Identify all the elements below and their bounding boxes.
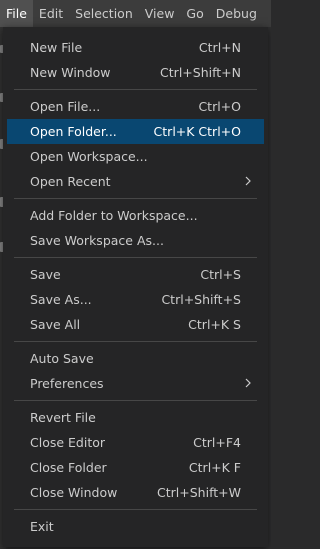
menubar-item-edit[interactable]: Edit (33, 0, 69, 27)
menu-item-label: Save All (30, 317, 81, 332)
menu-separator (14, 341, 257, 342)
menu-item-shortcut: Ctrl+Shift+N (160, 65, 241, 80)
menu-item-label: Close Editor (30, 435, 106, 450)
menu-item-open-file[interactable]: Open File... Ctrl+O (7, 94, 264, 119)
menu-item-exit[interactable]: Exit (7, 514, 264, 539)
menu-item-label: Revert File (30, 410, 96, 425)
menu-separator (14, 400, 257, 401)
menu-item-label: Open File... (30, 99, 101, 114)
menu-item-shortcut: Ctrl+O (198, 99, 241, 114)
menubar-item-view[interactable]: View (139, 0, 181, 27)
menu-item-open-recent[interactable]: Open Recent (7, 169, 264, 194)
menu-item-save-all[interactable]: Save All Ctrl+K S (7, 312, 264, 337)
menu-item-open-workspace[interactable]: Open Workspace... (7, 144, 264, 169)
menu-item-new-window[interactable]: New Window Ctrl+Shift+N (7, 60, 264, 85)
menu-item-close-folder[interactable]: Close Folder Ctrl+K F (7, 455, 264, 480)
menu-item-shortcut: Ctrl+K Ctrl+O (153, 124, 241, 139)
menu-item-save-workspace-as[interactable]: Save Workspace As... (7, 228, 264, 253)
menu-item-label: Open Folder... (30, 124, 117, 139)
menu-item-label: Preferences (30, 376, 104, 391)
menu-item-label: Close Window (30, 485, 118, 500)
menu-item-label: Add Folder to Workspace... (30, 208, 198, 223)
menu-item-shortcut: Ctrl+F4 (193, 435, 241, 450)
menu-item-new-file[interactable]: New File Ctrl+N (7, 35, 264, 60)
menu-item-auto-save[interactable]: Auto Save (7, 346, 264, 371)
menu-item-preferences[interactable]: Preferences (7, 371, 264, 396)
file-menu-dropdown: New File Ctrl+N New Window Ctrl+Shift+N Open… (3, 27, 268, 547)
menubar-item-selection[interactable]: Selection (69, 0, 139, 27)
menubar-item-file[interactable]: File (0, 0, 33, 27)
menu-item-label: Save As... (30, 292, 92, 307)
menu-bar: File Edit Selection View Go Debug (0, 0, 271, 27)
chevron-right-icon (245, 378, 251, 388)
menu-item-shortcut: Ctrl+K F (188, 460, 241, 475)
menu-item-label: New File (30, 40, 83, 55)
menubar-item-debug[interactable]: Debug (210, 0, 263, 27)
menu-item-label: Open Workspace... (30, 149, 148, 164)
menu-separator (14, 89, 257, 90)
menu-item-label: Auto Save (30, 351, 94, 366)
menu-item-shortcut: Ctrl+S (200, 267, 241, 282)
menu-separator (14, 509, 257, 510)
menu-item-open-folder[interactable]: Open Folder... Ctrl+K Ctrl+O (7, 119, 264, 144)
menu-item-label: Close Folder (30, 460, 107, 475)
menu-item-label: Save Workspace As... (30, 233, 164, 248)
menu-item-shortcut: Ctrl+Shift+W (157, 485, 241, 500)
menu-item-shortcut: Ctrl+Shift+S (161, 292, 241, 307)
menu-item-add-folder-to-workspace[interactable]: Add Folder to Workspace... (7, 203, 264, 228)
menu-item-label: Exit (30, 519, 54, 534)
menubar-item-go[interactable]: Go (180, 0, 209, 27)
menu-item-close-editor[interactable]: Close Editor Ctrl+F4 (7, 430, 264, 455)
menu-item-save-as[interactable]: Save As... Ctrl+Shift+S (7, 287, 264, 312)
menu-item-shortcut: Ctrl+K S (188, 317, 241, 332)
menu-item-revert-file[interactable]: Revert File (7, 405, 264, 430)
chevron-right-icon (245, 176, 251, 186)
menu-item-shortcut: Ctrl+N (198, 40, 241, 55)
menu-item-close-window[interactable]: Close Window Ctrl+Shift+W (7, 480, 264, 505)
menu-item-save[interactable]: Save Ctrl+S (7, 262, 264, 287)
menu-item-label: Open Recent (30, 174, 111, 189)
app-window: File Edit Selection View Go Debug New File Ctr… (0, 0, 271, 549)
menu-item-label: New Window (30, 65, 111, 80)
menu-separator (14, 198, 257, 199)
menu-item-label: Save (30, 267, 61, 282)
menu-separator (14, 257, 257, 258)
